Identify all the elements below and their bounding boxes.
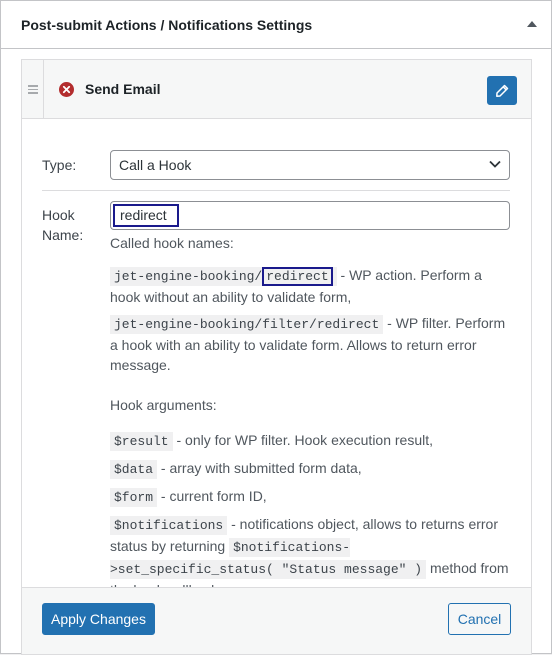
triangle-up-icon[interactable] xyxy=(527,19,539,30)
cancel-button[interactable]: Cancel xyxy=(448,603,511,635)
pencil-icon xyxy=(496,84,509,97)
hook-help-text: Called hook names: jet-engine-booking/re… xyxy=(110,233,510,601)
hook-name-label-line2: Name: xyxy=(42,227,84,243)
called-hook-names-heading: Called hook names: xyxy=(110,235,234,251)
hook-name-label-line1: Hook xyxy=(42,207,75,223)
action-hook-code: jet-engine-booking/redirect xyxy=(110,267,337,286)
panel-title: Post-submit Actions / Notifications Sett… xyxy=(21,16,313,33)
arg-form-code: $form xyxy=(110,488,158,507)
redirect-highlight: redirect xyxy=(262,267,333,286)
action-title: Send Email xyxy=(85,81,161,97)
type-label: Type: xyxy=(42,157,77,173)
arg-result-code: $result xyxy=(110,432,173,451)
hook-arguments-heading: Hook arguments: xyxy=(110,397,217,413)
arg-notifications-code: $notifications xyxy=(110,516,228,535)
divider xyxy=(42,190,510,191)
close-circle-icon[interactable] xyxy=(59,82,74,97)
hook-name-input[interactable]: redirect xyxy=(110,201,510,230)
action-footer: Apply Changes Cancel xyxy=(22,587,531,654)
hook-name-value: redirect xyxy=(113,204,179,227)
action-card: Send Email Type: Call a Hook Hook Name: … xyxy=(21,59,532,655)
action-hook-line: jet-engine-booking/redirect - WP action.… xyxy=(110,267,482,305)
drag-handle-icon[interactable] xyxy=(22,60,44,119)
chevron-down-icon xyxy=(489,160,501,168)
edit-button[interactable] xyxy=(487,76,517,105)
settings-panel: Post-submit Actions / Notifications Sett… xyxy=(0,0,552,655)
arg-data-code: $data xyxy=(110,460,158,479)
arg-form-line: $form - current form ID, xyxy=(110,486,510,508)
arg-result-line: $result - only for WP filter. Hook execu… xyxy=(110,430,510,452)
filter-hook-code: jet-engine-booking/filter/redirect xyxy=(110,315,384,334)
panel-header[interactable]: Post-submit Actions / Notifications Sett… xyxy=(1,1,551,49)
action-header: Send Email xyxy=(22,60,531,119)
type-select[interactable]: Call a Hook xyxy=(110,150,510,180)
apply-changes-button[interactable]: Apply Changes xyxy=(42,603,155,635)
type-select-value: Call a Hook xyxy=(119,157,192,173)
filter-hook-line: jet-engine-booking/filter/redirect - WP … xyxy=(110,315,506,373)
arg-data-line: $data - array with submitted form data, xyxy=(110,458,510,480)
